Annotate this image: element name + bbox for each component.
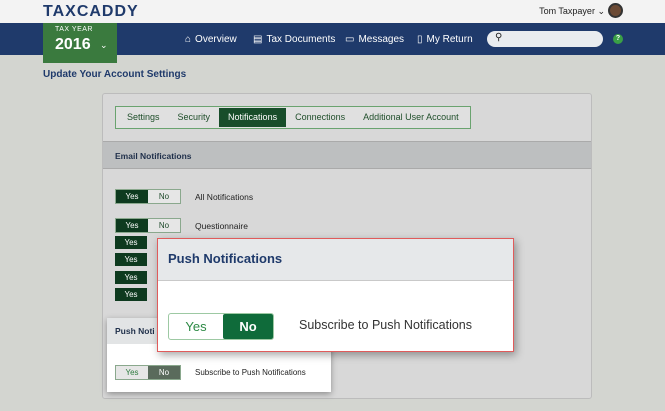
chevron-down-icon: ⌄	[597, 6, 605, 16]
toggle-yes[interactable]: Yes	[116, 219, 148, 232]
avatar[interactable]	[608, 3, 623, 18]
page-title: Update Your Account Settings	[43, 69, 187, 80]
nav-tax-documents-label: Tax Documents	[266, 34, 336, 45]
toggle-no[interactable]: No	[223, 314, 273, 339]
nav-tax-documents[interactable]: ▤ Tax Documents	[253, 34, 335, 45]
popup-subscribe-label: Subscribe to Push Notifications	[299, 318, 473, 332]
nav-my-return-label: My Return	[426, 34, 473, 45]
toggle-yes[interactable]: Yes	[169, 314, 223, 339]
toggle-yes[interactable]: Yes	[115, 288, 147, 301]
main-nav: TAX YEAR 2016 ⌄ ⌂ Overview ▤ Tax Documents…	[0, 23, 665, 63]
nav-overview-label: Overview	[195, 34, 237, 45]
message-icon: ▭	[345, 34, 355, 45]
settings-tabs: Settings Security Notifications Connecti…	[115, 106, 471, 129]
email-notifications-header: Email Notifications	[103, 141, 591, 169]
toggle-yes[interactable]: Yes	[115, 271, 147, 284]
nav-overview[interactable]: ⌂ Overview	[185, 34, 237, 45]
nav-messages-label: Messages	[358, 34, 405, 45]
tab-security[interactable]: Security	[169, 108, 220, 127]
toggle-no[interactable]: No	[148, 366, 180, 379]
tax-year-selector[interactable]: TAX YEAR 2016 ⌄	[43, 23, 117, 63]
toggle-yes[interactable]: Yes	[116, 366, 148, 379]
push-notifications-zoom: Push Notifications Yes No Subscribe to P…	[157, 238, 514, 352]
toggle-yes[interactable]: Yes	[115, 253, 147, 266]
push-notifications-title: Push Noti	[115, 326, 155, 336]
document-icon: ▤	[253, 34, 263, 45]
push-subscribe-toggle[interactable]: Yes No	[115, 365, 181, 380]
nav-messages[interactable]: ▭ Messages	[345, 34, 404, 45]
user-menu[interactable]: Tom Taxpayer ⌄	[539, 6, 605, 17]
user-name: Tom Taxpayer	[539, 6, 595, 16]
tab-additional-user-account[interactable]: Additional User Account	[354, 108, 468, 127]
search-input[interactable]: ⚲	[487, 31, 603, 47]
toggle-yes[interactable]: Yes	[115, 236, 147, 249]
popup-header: Push Notifications	[158, 239, 513, 281]
all-notifications-label: All Notifications	[195, 192, 254, 202]
push-subscribe-label: Subscribe to Push Notifications	[195, 368, 306, 377]
toggle-no[interactable]: No	[148, 219, 180, 232]
questionnaire-label: Questionnaire	[195, 221, 248, 231]
tab-notifications[interactable]: Notifications	[219, 108, 287, 127]
popup-title: Push Notifications	[168, 251, 283, 266]
taxcaddy-logo[interactable]: TAXCADDY	[43, 3, 139, 21]
help-icon[interactable]: ?	[613, 34, 623, 44]
chevron-down-icon: ⌄	[100, 40, 108, 50]
search-icon: ⚲	[495, 32, 503, 43]
tab-settings[interactable]: Settings	[118, 108, 169, 127]
questionnaire-toggle[interactable]: Yes No	[115, 218, 181, 233]
top-bar: TAXCADDY Tom Taxpayer ⌄	[0, 0, 665, 23]
toggle-no[interactable]: No	[148, 190, 180, 203]
popup-subscribe-toggle[interactable]: Yes No	[168, 313, 274, 340]
home-icon: ⌂	[185, 34, 192, 45]
tax-year-value: 2016	[55, 36, 91, 53]
email-notifications-title: Email Notifications	[115, 151, 192, 161]
return-icon: ▯	[417, 34, 423, 45]
tax-year-label: TAX YEAR	[55, 26, 93, 33]
toggle-yes[interactable]: Yes	[116, 190, 148, 203]
tab-connections[interactable]: Connections	[286, 108, 354, 127]
nav-my-return[interactable]: ▯ My Return	[417, 34, 473, 45]
all-notifications-toggle[interactable]: Yes No	[115, 189, 181, 204]
